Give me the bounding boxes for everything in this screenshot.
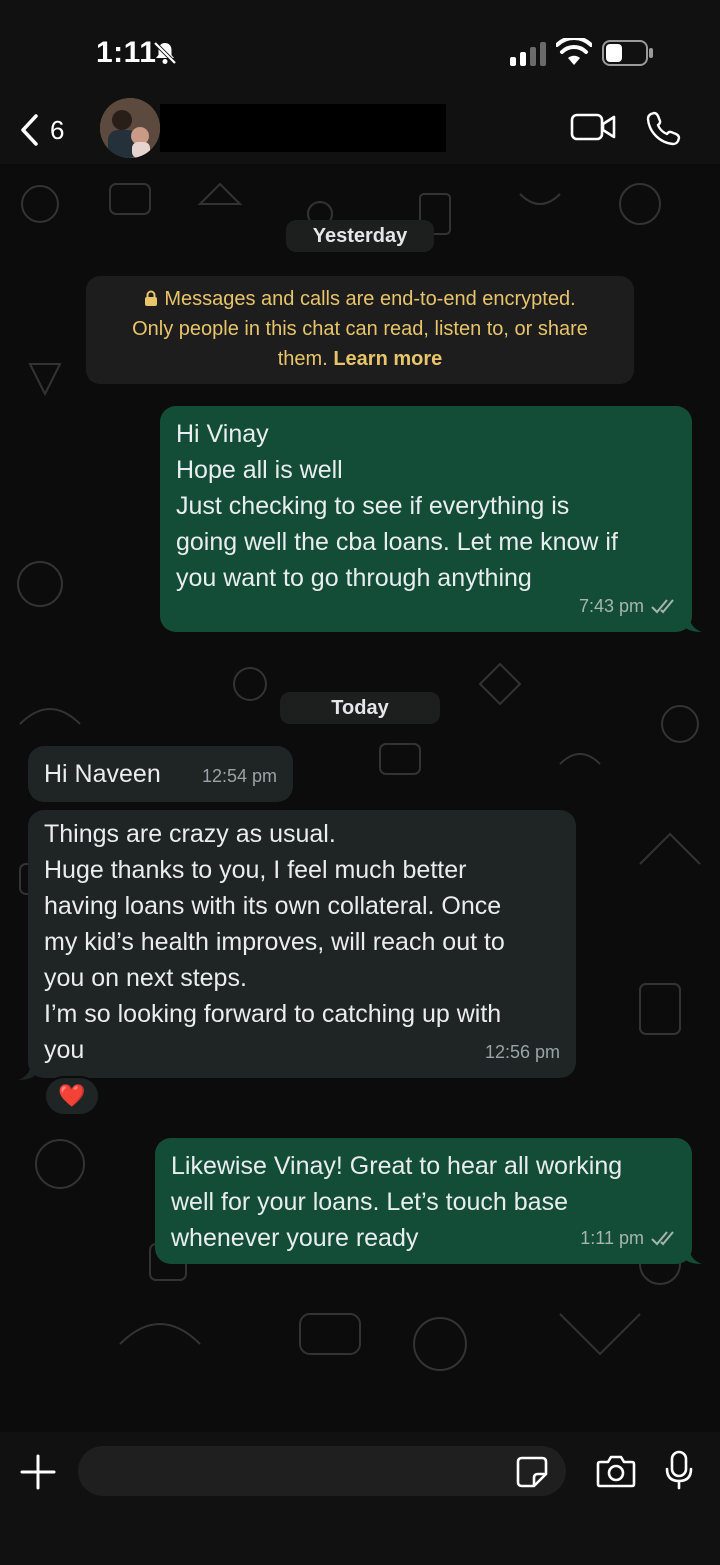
message-text: Hi Vinay Hope all is well Just checking … — [176, 420, 618, 592]
double-check-icon — [651, 1231, 674, 1246]
chat-header: 6 — [0, 98, 720, 164]
message-composer — [0, 1432, 720, 1565]
message-meta: 12:56 pm — [485, 1034, 560, 1070]
bubble-tail — [18, 1062, 36, 1080]
learn-more-link[interactable]: Learn more — [333, 348, 442, 370]
encryption-line-1: Messages and calls are end-to-end encryp… — [164, 288, 576, 310]
status-bar: 1:11 — [0, 0, 720, 100]
heart-reaction[interactable]: ❤️ — [44, 1076, 100, 1116]
contact-name-redacted[interactable] — [160, 104, 446, 152]
avatar-photo — [100, 98, 160, 158]
message-time: 1:11 pm — [580, 1228, 644, 1248]
sticker-icon[interactable] — [516, 1456, 548, 1488]
message-bubble-incoming[interactable]: Hi Naveen 12:54 pm — [28, 746, 293, 802]
message-meta: 7:43 pm — [579, 588, 678, 624]
lock-icon — [145, 290, 158, 306]
video-call-icon[interactable] — [570, 110, 616, 144]
signal-icon — [510, 42, 546, 66]
mic-icon[interactable] — [664, 1450, 694, 1490]
encryption-notice[interactable]: Messages and calls are end-to-end encryp… — [86, 276, 634, 384]
chevron-left-icon — [21, 114, 38, 146]
bell-off-icon — [153, 41, 177, 65]
unread-count: 6 — [50, 114, 65, 145]
date-separator-today: Today — [280, 692, 440, 724]
camera-icon[interactable] — [596, 1454, 636, 1488]
battery-icon — [602, 40, 653, 66]
message-bubble-incoming[interactable]: Things are crazy as usual. Huge thanks t… — [28, 810, 576, 1078]
encryption-line-2: Only people in this chat can read, liste… — [132, 318, 588, 340]
message-input[interactable] — [78, 1446, 566, 1496]
date-separator-yesterday: Yesterday — [286, 220, 434, 252]
wifi-icon — [556, 38, 592, 65]
message-bubble-outgoing[interactable]: Hi Vinay Hope all is well Just checking … — [160, 406, 692, 632]
back-button[interactable]: 6 — [18, 110, 64, 150]
chat-area[interactable]: Yesterday Messages and calls are end-to-… — [0, 164, 720, 1432]
message-meta: 12:54 pm — [202, 758, 277, 794]
plus-icon[interactable] — [20, 1454, 56, 1490]
status-time: 1:11 — [96, 36, 157, 69]
message-time: 7:43 pm — [578, 596, 644, 616]
phone-icon[interactable] — [646, 110, 682, 146]
message-time: 12:54 pm — [201, 766, 277, 786]
bubble-tail — [684, 1246, 702, 1264]
message-time: 12:56 pm — [484, 1042, 560, 1062]
message-bubble-outgoing[interactable]: Likewise Vinay! Great to hear all workin… — [155, 1138, 692, 1264]
bubble-tail — [684, 614, 702, 632]
avatar[interactable] — [100, 98, 160, 158]
encryption-line-3: them. — [277, 348, 328, 370]
reaction-emoji: ❤️ — [58, 1083, 86, 1108]
message-text: Things are crazy as usual. Huge thanks t… — [44, 820, 505, 1064]
double-check-icon — [651, 599, 674, 614]
message-meta: 1:11 pm — [580, 1220, 678, 1256]
